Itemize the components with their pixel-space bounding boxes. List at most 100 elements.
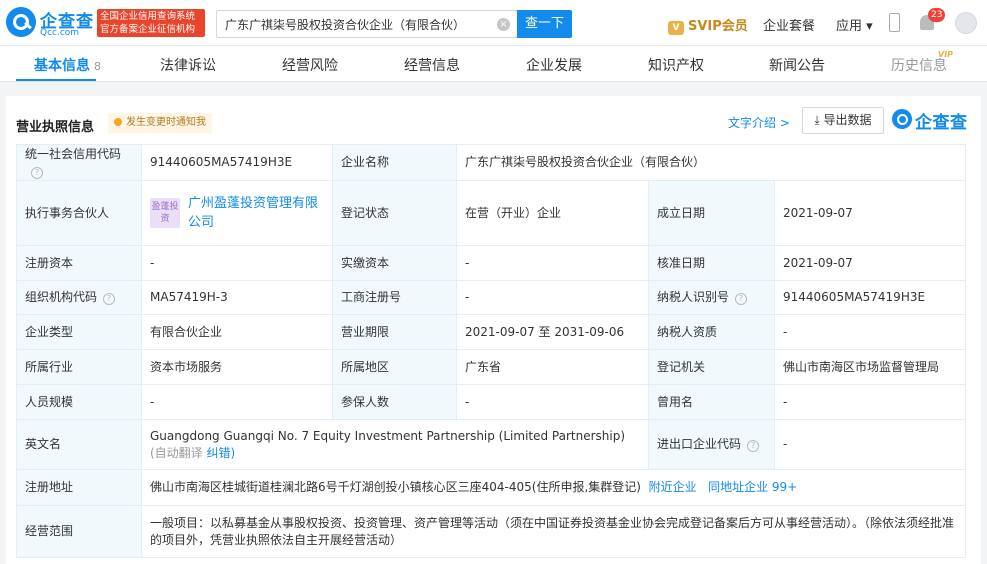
tab-label: 基本信息: [34, 58, 90, 74]
export-label: 导出数据: [823, 113, 872, 127]
tab-development[interactable]: 企业发展: [526, 55, 582, 75]
region-label: 所属地区: [332, 349, 457, 385]
svip-label: SVIP会员: [688, 19, 748, 34]
staff-label: 人员规模: [16, 384, 142, 420]
history-vip-tag: VIP: [938, 50, 954, 59]
biz-reg-no-value: -: [456, 280, 649, 315]
notification-count-badge: 23: [928, 8, 946, 22]
found-date-value: 2021-09-07: [774, 180, 966, 246]
company-name-label: 企业名称: [332, 144, 457, 181]
english-cell: Guangdong Guangqi No. 7 Equity Investmen…: [141, 419, 649, 470]
qcc-brand: 企查查: [892, 108, 972, 133]
brand-mark-icon: [892, 109, 912, 129]
table-row: 注册资本 - 实缴资本 - 核准日期 2021-09-07: [16, 245, 966, 281]
active-tab-indicator: [16, 79, 96, 81]
address-cell: 佛山市南海区桂城街道桂澜北路6号千灯湖创投小镇核心区三座404-405(住所申报…: [141, 469, 966, 506]
partner-logo: 盈蓬投资: [150, 198, 180, 228]
approve-date-label: 核准日期: [648, 245, 775, 281]
table-row: 统一社会信用代码? 91440605MA57419H3E 企业名称 广东广祺柒号…: [16, 144, 966, 181]
type-label: 企业类型: [16, 314, 142, 350]
table-row: 英文名 Guangdong Guangqi No. 7 Equity Inves…: [16, 419, 966, 470]
business-license-panel: 营业执照信息 发生变更时通知我 文字介绍 > ⤓ 导出数据 企查查 统一社会信用…: [6, 96, 981, 564]
partner-label: 执行事务合伙人: [16, 180, 142, 246]
search-button[interactable]: 查一下: [517, 10, 572, 38]
help-icon[interactable]: ?: [103, 293, 116, 305]
app-root: { "header": { "logo_name": "企查查", "logo_…: [0, 0, 987, 564]
export-data-button[interactable]: ⤓ 导出数据: [802, 107, 884, 134]
nav-apps-dropdown[interactable]: 应用 ▾: [836, 15, 873, 34]
former-name-label: 曾用名: [648, 384, 775, 420]
import-export-label: 进出口企业代码: [657, 437, 742, 451]
partner-link[interactable]: 广州盈蓬投资管理有限公司: [188, 194, 322, 232]
clear-icon[interactable]: ×: [497, 18, 510, 31]
insured-label: 参保人数: [332, 384, 457, 420]
tip-label: 发生变更时通知我: [126, 117, 206, 128]
table-row: 组织机构代码? MA57419H-3 工商注册号 - 纳税人识别号? 91440…: [16, 280, 966, 315]
cell-label: 统一社会信用代码?: [16, 144, 142, 181]
badge-line-2: 官方备案企业征信机构: [100, 24, 196, 35]
import-export-value: -: [774, 419, 966, 470]
biz-reg-no-label: 工商注册号: [332, 280, 457, 315]
industry-value: 资本市场服务: [141, 349, 333, 385]
nav-enterprise-suite[interactable]: 企业套餐: [763, 15, 815, 34]
search-input[interactable]: [217, 11, 487, 37]
type-value: 有限合伙企业: [141, 314, 333, 350]
official-badge: 全国企业信用查询系统 官方备案企业征信机构: [97, 9, 205, 37]
vip-crown-icon: V: [668, 21, 684, 35]
license-info-table: 统一社会信用代码? 91440605MA57419H3E 企业名称 广东广祺柒号…: [16, 144, 966, 558]
former-name-value: -: [774, 384, 966, 420]
credit-code-value: 91440605MA57419H3E: [141, 144, 333, 181]
avatar[interactable]: [955, 12, 977, 34]
change-notify-tip[interactable]: 发生变更时通知我: [108, 113, 212, 133]
taxpayer-id-value: 91440605MA57419H3E: [774, 280, 966, 315]
term-label: 营业期限: [332, 314, 457, 350]
table-row: 执行事务合伙人 盈蓬投资广州盈蓬投资管理有限公司 登记状态 在营（开业）企业 成…: [16, 180, 966, 246]
tab-basic-info[interactable]: 基本信息 8: [34, 55, 101, 75]
status-label: 登记状态: [332, 180, 457, 246]
tab-operations[interactable]: 经营信息: [404, 55, 460, 75]
reg-capital-label: 注册资本: [16, 245, 142, 281]
term-value: 2021-09-07 至 2031-09-06: [456, 314, 649, 350]
download-icon: ⤓: [814, 113, 824, 127]
authority-value: 佛山市南海区市场监督管理局: [774, 349, 966, 385]
text-intro-link[interactable]: 文字介绍 >: [728, 114, 790, 131]
company-tabs: 基本信息 8 法律诉讼 经营风险 经营信息 企业发展 知识产权 新闻公告 历史信息…: [0, 46, 987, 82]
region-value: 广东省: [456, 349, 649, 385]
section-title: 营业执照信息: [16, 120, 95, 135]
correction-link[interactable]: 纠错): [207, 446, 236, 460]
qcc-logo[interactable]: 企查查 Qcc.com: [6, 7, 94, 39]
top-bar: 企查查 Qcc.com 全国企业信用查询系统 官方备案企业征信机构 × 查一下 …: [0, 0, 987, 46]
company-name-value: 广东广祺柒号股权投资合伙企业（有限合伙）: [456, 144, 966, 181]
scope-value: 一般项目：以私募基金从事股权投资、投资管理、资产管理等活动（须在中国证券投资基金…: [141, 505, 966, 558]
mobile-icon[interactable]: [889, 13, 900, 32]
logo-domain: Qcc.com: [40, 28, 80, 38]
svip-link[interactable]: V SVIP会员: [668, 15, 748, 35]
insured-value: -: [456, 384, 649, 420]
cell-label: 进出口企业代码?: [648, 419, 775, 470]
same-address-link[interactable]: 同地址企业 99+: [708, 480, 797, 494]
partner-cell: 盈蓬投资广州盈蓬投资管理有限公司: [141, 180, 333, 246]
help-icon[interactable]: ?: [747, 440, 760, 452]
help-icon[interactable]: ?: [735, 293, 748, 305]
table-row: 注册地址 佛山市南海区桂城街道桂澜北路6号千灯湖创投小镇核心区三座404-405…: [16, 469, 966, 506]
address-value: 佛山市南海区桂城街道桂澜北路6号千灯湖创投小镇核心区三座404-405(住所申报…: [150, 480, 641, 494]
english-value: Guangdong Guangqi No. 7 Equity Investmen…: [150, 428, 626, 443]
table-row: 经营范围 一般项目：以私募基金从事股权投资、投资管理、资产管理等活动（须在中国证…: [16, 505, 966, 558]
status-value: 在营（开业）企业: [456, 180, 649, 246]
paid-capital-value: -: [456, 245, 649, 281]
logo-mark-icon: [6, 7, 36, 37]
taxpayer-qual-label: 纳税人资质: [648, 314, 775, 350]
tab-news[interactable]: 新闻公告: [769, 55, 825, 75]
tab-ip[interactable]: 知识产权: [648, 55, 704, 75]
staff-value: -: [141, 384, 333, 420]
tab-legal[interactable]: 法律诉讼: [160, 55, 216, 75]
help-icon[interactable]: ?: [31, 166, 43, 179]
nearby-companies-link[interactable]: 附近企业: [649, 480, 697, 494]
reg-capital-value: -: [141, 245, 333, 281]
bell-small-icon: [114, 118, 122, 126]
auto-translate-note: (自动翻译: [150, 445, 203, 460]
industry-label: 所属行业: [16, 349, 142, 385]
search-box: ×: [216, 10, 518, 38]
tab-risk[interactable]: 经营风险: [282, 55, 338, 75]
taxpayer-qual-value: -: [774, 314, 966, 350]
